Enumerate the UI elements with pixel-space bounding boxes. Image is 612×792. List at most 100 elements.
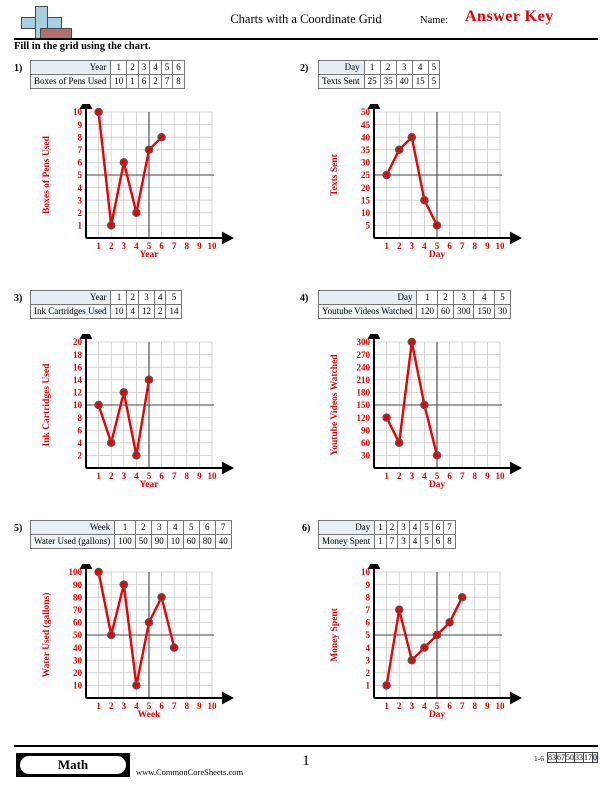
coordinate-grid: 2 4 6 8 10 12 14 16 18 20 1 2 3 4 5 6 7 8 9 10 Ink Cartridge… [40, 334, 234, 506]
y-tick-labels: 2 4 6 8 10 12 14 16 18 20 [73, 337, 83, 460]
data-table: Year 1 2 3 4 5 Ink Cartridges Used 10 4 12 2 14 [29, 290, 183, 319]
axes [367, 104, 522, 245]
problem-number: 2) [300, 63, 309, 74]
svg-text:10: 10 [361, 567, 371, 577]
y-tick-labels: 30 60 90 120 150 180 210 240 270 300 [357, 337, 371, 460]
svg-text:30: 30 [361, 158, 371, 168]
y-tick-labels: 1 2 3 4 5 6 7 8 9 10 [361, 567, 371, 690]
svg-text:70: 70 [73, 605, 83, 615]
coordinate-grid: 1 2 3 4 5 6 7 8 9 10 1 2 3 4 5 6 7 8 9 10 Money Spent Day [328, 564, 522, 736]
x-axis-label: Day [428, 480, 446, 490]
svg-text:1: 1 [78, 221, 83, 231]
table-header-cell: 7 [214, 520, 232, 535]
table-data-cell: 14 [165, 304, 183, 319]
table-header-cell: 1 [374, 520, 387, 535]
axes [79, 564, 234, 705]
svg-text:20: 20 [73, 337, 83, 347]
header-divider [14, 38, 598, 40]
x-axis-label: Day [428, 710, 446, 720]
axes [79, 334, 234, 475]
table-header-cell: 5 [160, 60, 174, 75]
svg-text:8: 8 [78, 132, 83, 142]
table-header-cell: 3 [395, 60, 413, 75]
table-row-label: Texts Sent [318, 74, 365, 89]
svg-text:30: 30 [361, 451, 371, 461]
table-header-cell: 4 [166, 520, 184, 535]
table-data-cell: 4 [408, 534, 422, 549]
table-data-cell: 60 [436, 304, 454, 319]
svg-text:10: 10 [73, 400, 83, 410]
svg-text:300: 300 [357, 337, 371, 347]
svg-text:10: 10 [73, 107, 83, 117]
svg-text:45: 45 [361, 120, 371, 130]
table-row: Day 1 2 3 4 5 [317, 290, 511, 305]
svg-text:40: 40 [73, 643, 83, 653]
table-header-label: Week [29, 520, 116, 535]
table-data-cell: 15 [411, 74, 429, 89]
table-data-cell: 35 [379, 74, 397, 89]
table-data-cell: 60 [182, 534, 200, 549]
svg-text:150: 150 [357, 400, 371, 410]
table-header-label: Day [318, 60, 365, 75]
svg-text:20: 20 [361, 183, 371, 193]
svg-text:8: 8 [366, 592, 371, 602]
svg-text:10: 10 [73, 681, 83, 691]
y-axis-label: Money Spent [330, 608, 340, 662]
svg-text:7: 7 [78, 145, 83, 155]
y-tick-labels: 1 2 3 4 5 6 7 8 9 10 [73, 107, 83, 230]
table-data-cell: 40 [395, 74, 413, 89]
midpoint-lines [374, 112, 502, 238]
table-header-cell: 2 [379, 60, 397, 75]
table-data-cell: 30 [493, 304, 511, 319]
svg-text:6: 6 [78, 425, 83, 435]
y-axis-label: Ink Cartridges Used [42, 363, 52, 447]
midpoint-lines [86, 572, 214, 698]
svg-text:5: 5 [366, 630, 371, 640]
table-row-label: Money Spent [317, 534, 376, 549]
svg-text:210: 210 [357, 375, 371, 385]
table-header-cell: 5 [182, 520, 200, 535]
problem-number: 3) [14, 293, 23, 304]
svg-text:180: 180 [357, 388, 371, 398]
table-row-label: Youtube Videos Watched [317, 304, 418, 319]
problem-number: 5) [14, 523, 23, 534]
table-header-label: Year [29, 290, 112, 305]
svg-text:80: 80 [73, 592, 83, 602]
y-axis-label: Water Used (gallons) [42, 592, 52, 678]
instructions-text: Fill in the grid using the chart. [14, 41, 151, 52]
table-header-cell: 4 [154, 290, 167, 305]
table-header-cell: 6 [431, 520, 445, 535]
svg-text:270: 270 [357, 350, 371, 360]
data-table: Day 1 2 3 4 5 Youtube Videos Watched 120 60 300 15… [317, 290, 511, 319]
svg-text:2: 2 [78, 451, 83, 461]
table-row: Money Spent 1 7 3 4 5 6 8 [317, 534, 456, 549]
table-data-cell: 6 [431, 534, 445, 549]
svg-text:25: 25 [361, 170, 371, 180]
table-data-cell: 1 [126, 74, 139, 89]
table-data-cell: 10 [110, 304, 128, 319]
table-data-cell: 90 [150, 534, 168, 549]
svg-text:2: 2 [366, 668, 371, 678]
data-table: Day 1 2 3 4 5 6 7 Money Spent 1 7 3 4 5 6 8 [317, 520, 456, 549]
svg-text:1: 1 [366, 681, 371, 691]
table-header-cell: 4 [408, 520, 422, 535]
axes [367, 334, 522, 475]
table-data-cell: 8 [172, 74, 185, 89]
svg-text:60: 60 [73, 618, 83, 628]
svg-text:90: 90 [361, 425, 371, 435]
svg-text:12: 12 [73, 388, 83, 398]
table-header-label: Year [29, 60, 112, 75]
table-data-cell: 5 [427, 74, 441, 89]
svg-text:6: 6 [78, 158, 83, 168]
table-data-cell: 3 [397, 534, 410, 549]
svg-text:7: 7 [366, 605, 371, 615]
table-header-cell: 2 [436, 290, 454, 305]
table-header-cell: 2 [126, 60, 139, 75]
table-data-cell: 2 [154, 304, 167, 319]
table-header-cell: 7 [443, 520, 456, 535]
table-data-cell: 10 [166, 534, 184, 549]
svg-text:5: 5 [366, 221, 371, 231]
problem-number: 4) [300, 293, 309, 304]
svg-text:3: 3 [366, 655, 371, 665]
table-header-cell: 6 [172, 60, 185, 75]
